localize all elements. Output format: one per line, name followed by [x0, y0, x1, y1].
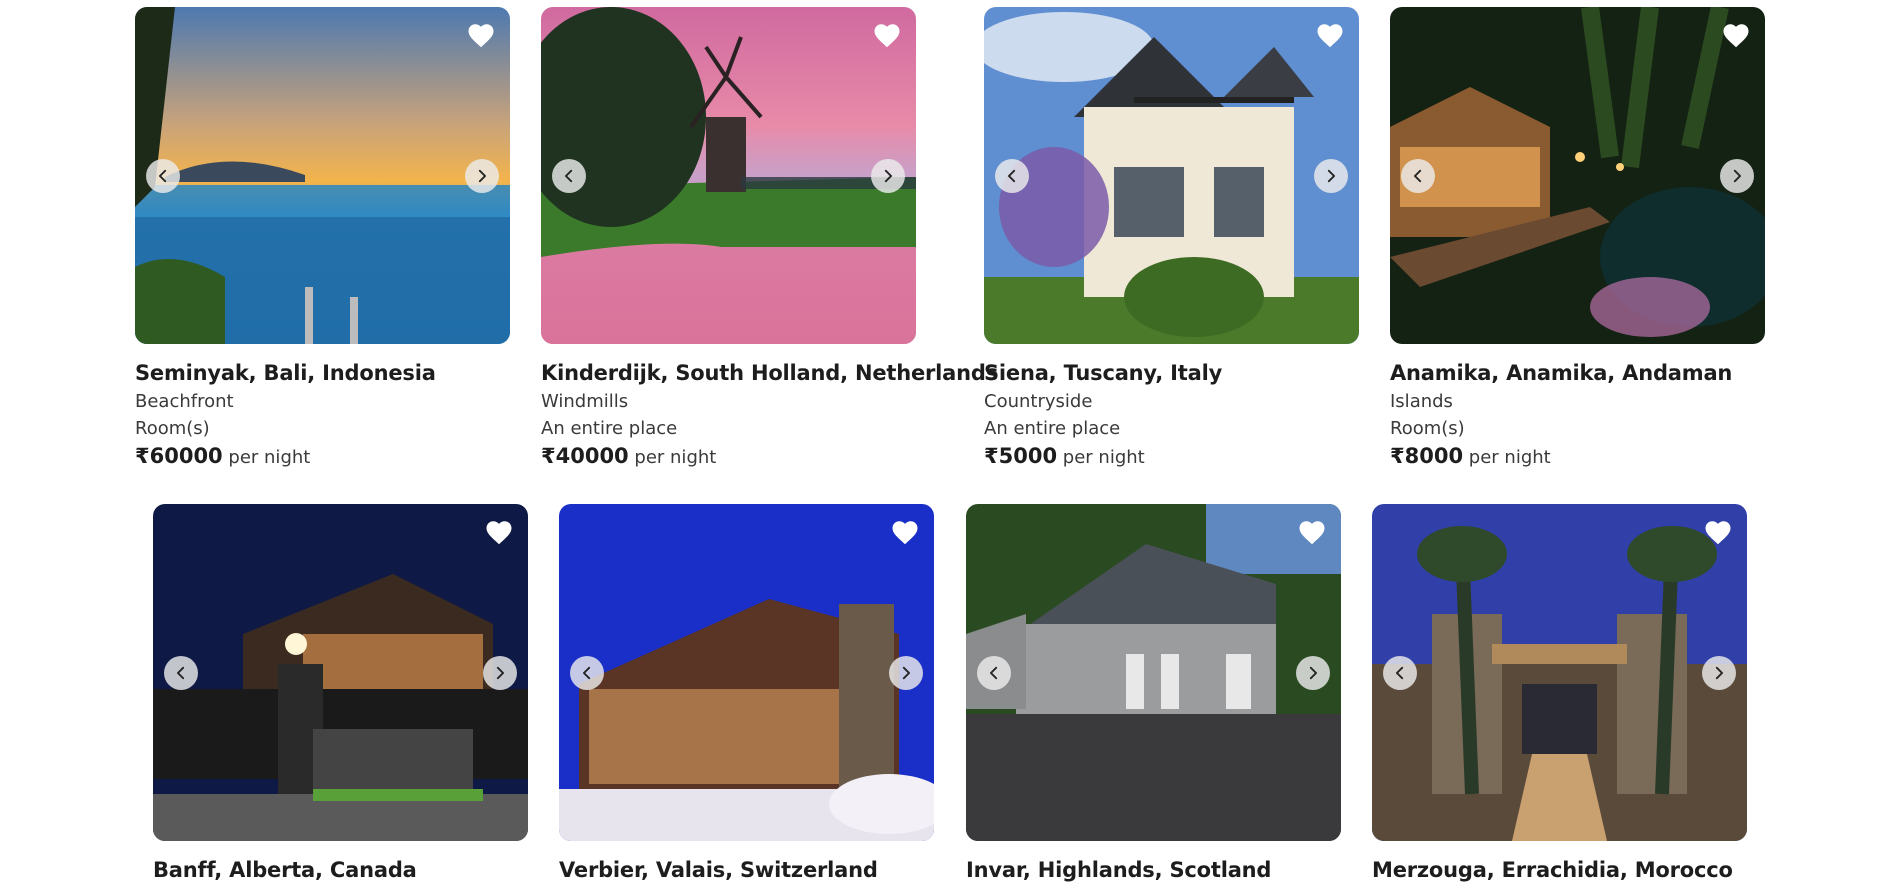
listing-photo[interactable] — [541, 7, 916, 344]
listing-card[interactable]: Anamika, Anamika, Andaman Islands Room(s… — [1390, 7, 1765, 468]
price-amount: ₹60000 — [135, 444, 223, 468]
listing-photo[interactable] — [966, 504, 1341, 841]
lodge-night-photo — [153, 504, 528, 841]
chevron-right-icon[interactable] — [889, 656, 923, 690]
heart-icon[interactable] — [466, 21, 496, 51]
listing-location: Kinderdijk, South Holland, Netherlands — [541, 361, 999, 385]
chevron-left-icon[interactable] — [1401, 159, 1435, 193]
listing-price: ₹5000 per night — [984, 444, 1359, 468]
listing-photo[interactable] — [1372, 504, 1747, 841]
island-resort-night-photo — [1390, 7, 1765, 344]
heart-icon[interactable] — [1721, 21, 1751, 51]
price-unit: per night — [1468, 447, 1551, 468]
price-amount: ₹5000 — [984, 444, 1058, 468]
heart-icon[interactable] — [1315, 21, 1345, 51]
listing-card[interactable]: Seminyak, Bali, Indonesia Beachfront Roo… — [135, 7, 510, 468]
listing-photo[interactable] — [984, 7, 1359, 344]
listing-photo[interactable] — [559, 504, 934, 841]
listings-grid: Seminyak, Bali, Indonesia Beachfront Roo… — [0, 0, 1896, 887]
listing-photo[interactable] — [135, 7, 510, 344]
chevron-right-icon[interactable] — [1720, 159, 1754, 193]
chevron-right-icon[interactable] — [871, 159, 905, 193]
chevron-right-icon[interactable] — [1314, 159, 1348, 193]
listing-card[interactable]: Kinderdijk, South Holland, Netherlands W… — [541, 7, 999, 468]
listing-location: Anamika, Anamika, Andaman — [1390, 361, 1733, 385]
heart-icon[interactable] — [872, 21, 902, 51]
villa-photo — [984, 7, 1359, 344]
chevron-right-icon[interactable] — [1296, 656, 1330, 690]
listing-price: ₹8000 per night — [1390, 444, 1765, 468]
listing-card[interactable]: Verbier, Valais, Switzerland — [559, 504, 934, 882]
price-amount: ₹8000 — [1390, 444, 1464, 468]
listing-card[interactable]: Invar, Highlands, Scotland — [966, 504, 1341, 882]
chevron-left-icon[interactable] — [570, 656, 604, 690]
listing-card[interactable]: Siena, Tuscany, Italy Countryside An ent… — [984, 7, 1359, 468]
heart-icon[interactable] — [1297, 518, 1327, 548]
listing-type: Room(s) — [135, 418, 210, 439]
listing-location: Verbier, Valais, Switzerland — [559, 858, 878, 882]
chevron-right-icon[interactable] — [1702, 656, 1736, 690]
listing-location: Merzouga, Errachidia, Morocco — [1372, 858, 1733, 882]
listing-photo[interactable] — [153, 504, 528, 841]
listing-price: ₹60000 per night — [135, 444, 510, 468]
chevron-left-icon[interactable] — [146, 159, 180, 193]
stone-cottage-photo — [966, 504, 1341, 841]
price-unit: per night — [634, 447, 717, 468]
listing-price: ₹40000 per night — [541, 444, 916, 468]
chevron-left-icon[interactable] — [1383, 656, 1417, 690]
price-unit: per night — [228, 447, 311, 468]
listing-category: Beachfront — [135, 391, 234, 412]
chevron-left-icon[interactable] — [552, 159, 586, 193]
listing-type: Room(s) — [1390, 418, 1465, 439]
listing-card[interactable]: Banff, Alberta, Canada — [153, 504, 528, 882]
heart-icon[interactable] — [484, 518, 514, 548]
chevron-left-icon[interactable] — [164, 656, 198, 690]
heart-icon[interactable] — [1703, 518, 1733, 548]
chevron-right-icon[interactable] — [483, 656, 517, 690]
listing-category: Islands — [1390, 391, 1453, 412]
desert-riad-photo — [1372, 504, 1747, 841]
listing-category: Windmills — [541, 391, 629, 412]
listing-location: Siena, Tuscany, Italy — [984, 361, 1223, 385]
price-amount: ₹40000 — [541, 444, 629, 468]
listing-type: An entire place — [541, 418, 678, 439]
chevron-left-icon[interactable] — [995, 159, 1029, 193]
ski-chalet-photo — [559, 504, 934, 841]
listing-card[interactable]: Merzouga, Errachidia, Morocco — [1372, 504, 1747, 882]
chevron-right-icon[interactable] — [465, 159, 499, 193]
heart-icon[interactable] — [890, 518, 920, 548]
listing-type: An entire place — [984, 418, 1121, 439]
listing-photo[interactable] — [1390, 7, 1765, 344]
price-unit: per night — [1062, 447, 1145, 468]
listing-location: Seminyak, Bali, Indonesia — [135, 361, 436, 385]
windmill-sunset-photo — [541, 7, 916, 344]
chevron-left-icon[interactable] — [977, 656, 1011, 690]
beach-pool-photo — [135, 7, 510, 344]
listing-location: Banff, Alberta, Canada — [153, 858, 417, 882]
listing-location: Invar, Highlands, Scotland — [966, 858, 1272, 882]
listing-category: Countryside — [984, 391, 1093, 412]
